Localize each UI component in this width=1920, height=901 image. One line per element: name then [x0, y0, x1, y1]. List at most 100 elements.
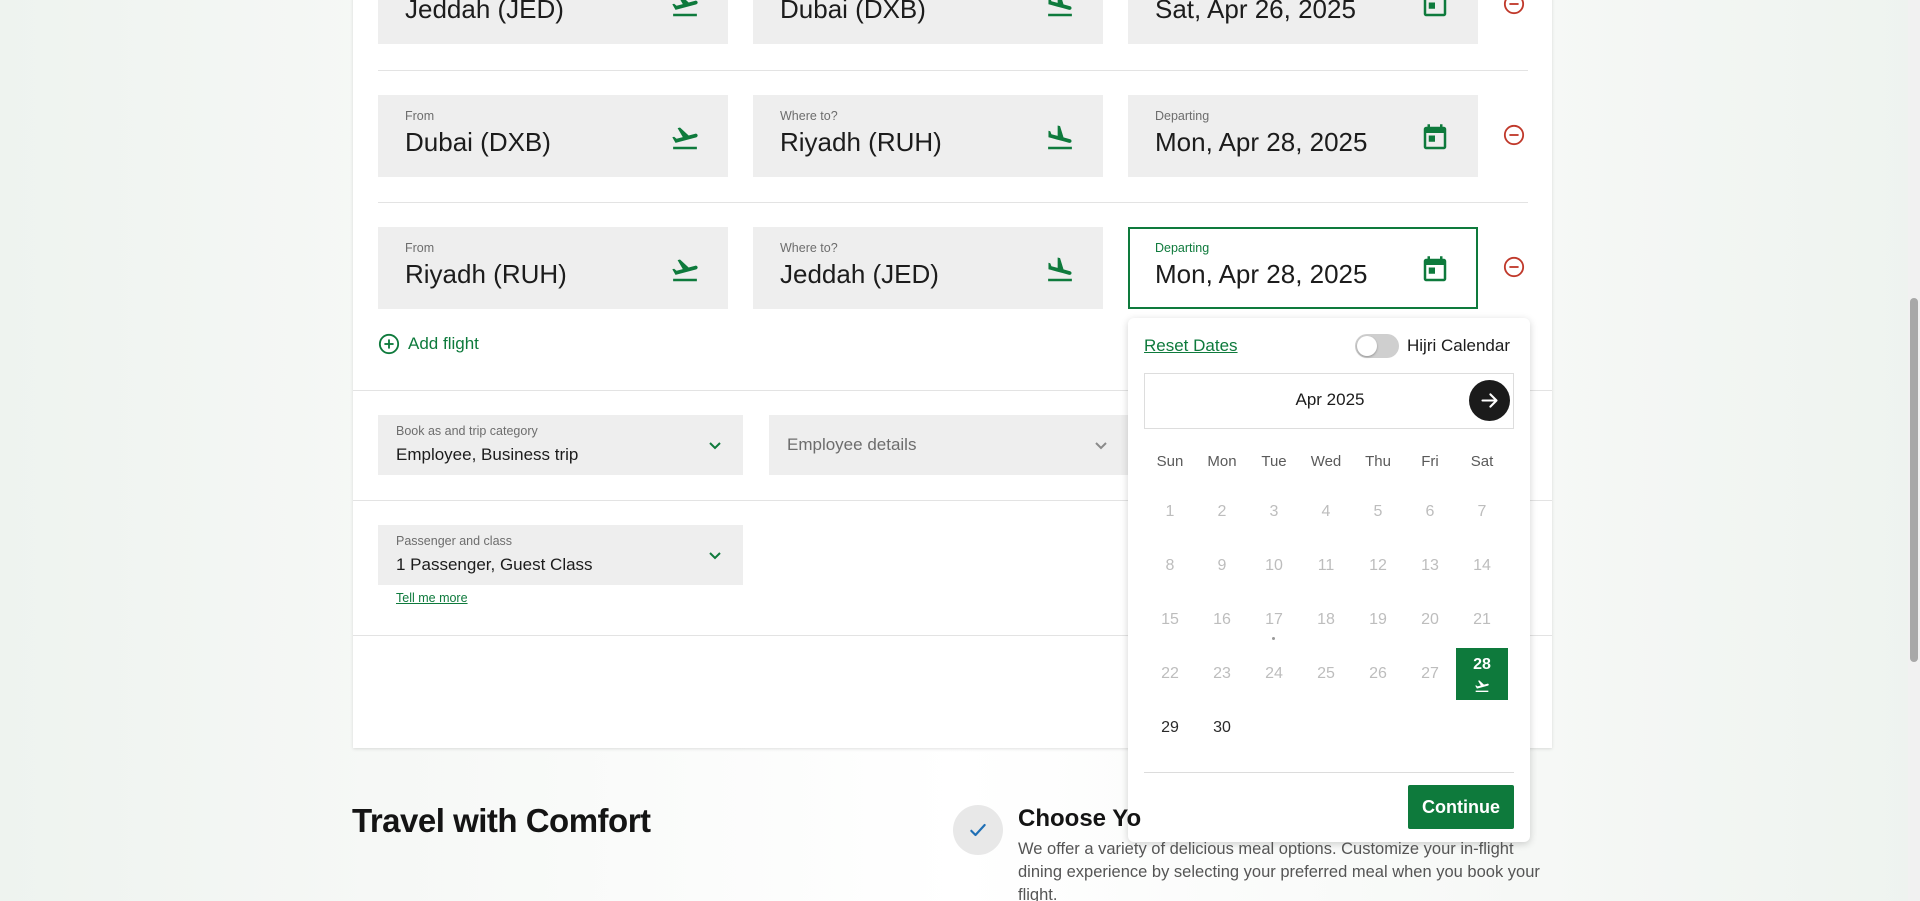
takeoff-icon: [672, 0, 698, 17]
to-field-3[interactable]: Where to? Jeddah (JED): [753, 227, 1103, 309]
day-cell: 7: [1456, 486, 1508, 538]
day-cell[interactable]: 30: [1196, 702, 1248, 754]
chevron-down-icon: [709, 552, 721, 560]
empty-day-cell: [1404, 702, 1456, 754]
employee-details-select[interactable]: Employee details: [769, 415, 1129, 475]
remove-flight-icon[interactable]: [1503, 0, 1525, 15]
day-number: 13: [1421, 557, 1439, 574]
weekday-label: Thu: [1365, 453, 1391, 470]
day-number: 14: [1473, 557, 1491, 574]
passenger-class-select[interactable]: Passenger and class 1 Passenger, Guest C…: [378, 525, 743, 585]
to-field-1[interactable]: Dubai (DXB): [753, 0, 1103, 44]
from-label: From: [405, 241, 435, 255]
calendar-week-row: 8 9 10 11 12 13 14: [1144, 540, 1514, 594]
weekday-label: Tue: [1261, 453, 1287, 470]
remove-flight-icon[interactable]: [1503, 256, 1525, 278]
day-number: 8: [1165, 557, 1175, 574]
day-number: 9: [1217, 557, 1227, 574]
row-divider: [378, 70, 1528, 71]
add-flight-button[interactable]: Add flight: [378, 333, 479, 355]
calendar-week-row: 29 30: [1144, 702, 1514, 756]
arrow-right-icon: [1481, 393, 1498, 408]
hijri-calendar-label: Hijri Calendar: [1407, 336, 1510, 355]
weekday-label: Sun: [1156, 453, 1184, 470]
landing-icon: [1048, 125, 1072, 150]
day-cell: 25: [1300, 648, 1352, 700]
day-cell: 10: [1248, 540, 1300, 592]
date-value: Mon, Apr 28, 2025: [1155, 259, 1368, 289]
remove-flight-icon[interactable]: [1503, 124, 1525, 146]
day-number: 27: [1421, 665, 1439, 682]
feature-description: We offer a variety of delicious meal opt…: [1018, 840, 1540, 901]
day-cell: 22: [1144, 648, 1196, 700]
calendar-week-row: 15 16 17 18 19 20 21: [1144, 594, 1514, 648]
selected-day-cell[interactable]: 28: [1456, 648, 1508, 700]
feature-title: Choose Yo: [1018, 805, 1142, 832]
from-field-3[interactable]: From Riyadh (RUH): [378, 227, 728, 309]
day-number: 7: [1477, 503, 1487, 520]
day-cell: 15: [1144, 594, 1196, 646]
chevron-down-icon: [709, 442, 721, 450]
from-value: Jeddah (JED): [405, 0, 564, 24]
takeoff-icon: [672, 127, 698, 150]
date-field-1[interactable]: Sat, Apr 26, 2025: [1128, 0, 1478, 44]
day-number: 4: [1321, 503, 1331, 520]
day-number: 26: [1369, 665, 1387, 682]
day-cell: 26: [1352, 648, 1404, 700]
landing-icon: [1048, 257, 1072, 282]
date-picker-popup: Reset Dates Hijri Calendar Apr 2025 Sun M…: [1128, 318, 1530, 842]
day-cell: 8: [1144, 540, 1196, 592]
weekday-label: Fri: [1421, 453, 1439, 470]
landing-icon: [1048, 0, 1072, 17]
calendar-week-row: 22 23 24 25 26 27 28: [1144, 648, 1514, 702]
plus-circle-icon: [378, 333, 400, 355]
day-cell[interactable]: 29: [1144, 702, 1196, 754]
tell-me-more-link[interactable]: Tell me more: [396, 591, 468, 605]
day-cell: 11: [1300, 540, 1352, 592]
day-cell: 13: [1404, 540, 1456, 592]
date-value: Mon, Apr 28, 2025: [1155, 127, 1368, 157]
trip-category-value: Employee, Business trip: [396, 445, 579, 464]
empty-day-cell: [1300, 702, 1352, 754]
day-cell: 19: [1352, 594, 1404, 646]
hijri-calendar-toggle[interactable]: [1355, 334, 1399, 358]
to-field-2[interactable]: Where to? Riyadh (RUH): [753, 95, 1103, 177]
day-number: 25: [1317, 665, 1335, 682]
from-value: Riyadh (RUH): [405, 259, 567, 289]
day-cell: 18: [1300, 594, 1352, 646]
calendar-grid: Sun Mon Tue Wed Thu Fri Sat 1 2 3 4 5 6 7 8 9 10 11 12 13 1…: [1144, 453, 1514, 756]
next-month-button[interactable]: [1469, 380, 1510, 421]
to-value: Dubai (DXB): [780, 0, 926, 24]
passenger-class-label: Passenger and class: [396, 534, 513, 548]
day-number: 21: [1473, 611, 1491, 628]
day-number: 23: [1213, 665, 1231, 682]
day-number: 11: [1317, 557, 1335, 574]
calendar-week-row: 1 2 3 4 5 6 7: [1144, 486, 1514, 540]
day-cell: 2: [1196, 486, 1248, 538]
feature-check-badge: [953, 805, 1003, 855]
takeoff-icon: [1475, 680, 1489, 692]
trip-category-select[interactable]: Book as and trip category Employee, Busi…: [378, 415, 743, 475]
to-value: Jeddah (JED): [780, 259, 939, 289]
reset-dates-link[interactable]: Reset Dates: [1144, 336, 1238, 356]
from-field-1[interactable]: Jeddah (JED): [378, 0, 728, 44]
date-label: Departing: [1155, 109, 1210, 123]
from-field-2[interactable]: From Dubai (DXB): [378, 95, 728, 177]
day-number: 12: [1369, 557, 1387, 574]
calendar-icon: [1423, 0, 1447, 17]
day-number: 19: [1369, 611, 1387, 628]
month-header: Apr 2025: [1144, 373, 1514, 429]
calendar-divider: [1144, 772, 1514, 773]
continue-button[interactable]: Continue: [1408, 785, 1514, 829]
date-field-2[interactable]: Departing Mon, Apr 28, 2025: [1128, 95, 1478, 177]
date-field-3[interactable]: Departing Mon, Apr 28, 2025: [1128, 227, 1478, 309]
employee-details-placeholder: Employee details: [787, 435, 917, 454]
day-number: 1: [1165, 503, 1175, 520]
day-number: 28: [1473, 656, 1491, 673]
day-cell: 3: [1248, 486, 1300, 538]
day-number: 3: [1269, 503, 1279, 520]
empty-day-cell: [1456, 702, 1508, 754]
to-value: Riyadh (RUH): [780, 127, 942, 157]
month-label: Apr 2025: [1295, 390, 1365, 409]
scrollbar-thumb[interactable]: [1910, 298, 1918, 662]
